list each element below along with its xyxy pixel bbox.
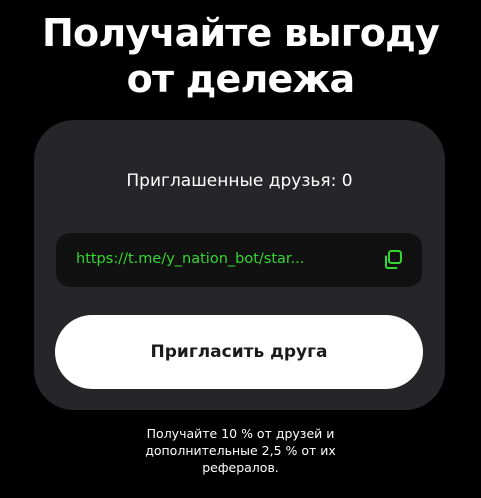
page-title-line-1: Получайте выгоду <box>42 11 440 55</box>
reward-info-line-1: Получайте 10 % от друзей и <box>146 426 335 441</box>
referral-link-text[interactable]: https://t.me/y_nation_bot/star... <box>76 249 356 269</box>
invited-friends-count: Приглашенные друзья: 0 <box>126 171 353 191</box>
invite-friend-button[interactable]: Пригласить друга <box>55 315 423 389</box>
referral-link-field[interactable]: https://t.me/y_nation_bot/star... <box>56 233 422 287</box>
page-title: Получайте выгоду от дележа <box>0 10 481 102</box>
referral-card: Приглашенные друзья: 0 https://t.me/y_na… <box>34 120 445 410</box>
page-title-line-2: от дележа <box>126 57 355 101</box>
copy-icon[interactable] <box>382 249 404 271</box>
reward-info-line-2: дополнительные 2,5 % от их <box>145 443 336 458</box>
reward-info-line-3: рефералов. <box>202 460 279 475</box>
reward-info-text: Получайте 10 % от друзей и дополнительны… <box>110 425 371 476</box>
